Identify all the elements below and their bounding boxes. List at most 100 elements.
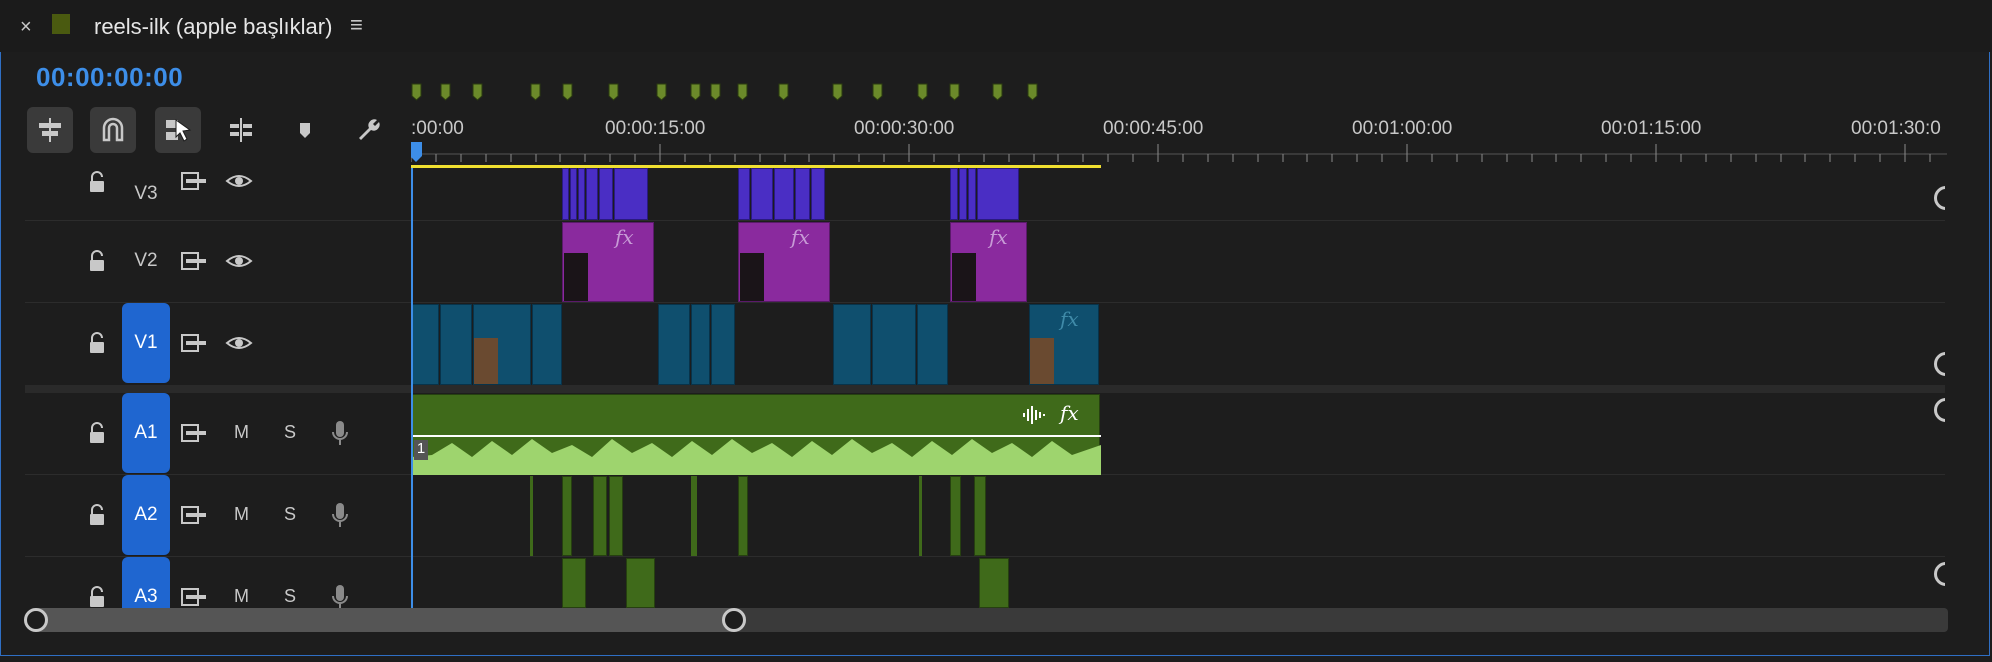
- graphic-clip[interactable]: fx: [950, 222, 1027, 302]
- audio-clip[interactable]: [562, 558, 586, 608]
- timeline-settings-button[interactable]: [346, 107, 392, 153]
- marker-row[interactable]: [411, 83, 1038, 101]
- mute-button[interactable]: M: [234, 586, 249, 607]
- sync-lock-icon[interactable]: [180, 587, 208, 607]
- sequence-tab-title[interactable]: reels-ilk (apple başlıklar): [94, 14, 332, 40]
- solo-button[interactable]: S: [284, 422, 296, 443]
- lock-icon[interactable]: [87, 585, 107, 608]
- microphone-icon[interactable]: [330, 419, 350, 447]
- title-clip[interactable]: [578, 168, 585, 220]
- title-clip[interactable]: [968, 168, 976, 220]
- title-clip[interactable]: [950, 168, 958, 220]
- time-ruler[interactable]: :00:00 00:00:15:00 00:00:30:00 00:00:45:…: [411, 68, 1951, 168]
- snap-toggle[interactable]: [90, 107, 136, 153]
- video-clip[interactable]: [473, 304, 531, 385]
- track-name-a2[interactable]: A2: [122, 475, 170, 555]
- title-clip[interactable]: [795, 168, 810, 220]
- video-clip[interactable]: [411, 304, 439, 385]
- title-clip[interactable]: [811, 168, 825, 220]
- track-row-v1[interactable]: V1: [25, 303, 1945, 386]
- horizontal-zoom-scrollbar[interactable]: [24, 608, 1948, 632]
- video-clip[interactable]: [691, 304, 710, 385]
- add-edit-icon: [230, 118, 252, 142]
- title-clip[interactable]: [977, 168, 1019, 220]
- fx-badge: fx: [1060, 401, 1079, 425]
- mute-button[interactable]: M: [234, 504, 249, 525]
- video-audio-divider[interactable]: [25, 385, 1945, 393]
- video-clip[interactable]: [872, 304, 916, 385]
- graphic-clip[interactable]: fx: [738, 222, 830, 302]
- eye-icon[interactable]: [225, 251, 253, 271]
- linked-selection-toggle[interactable]: [155, 107, 201, 153]
- audio-clip[interactable]: [974, 476, 986, 556]
- graphic-clip[interactable]: fx: [562, 222, 654, 302]
- sync-lock-icon[interactable]: [180, 333, 208, 353]
- eye-icon[interactable]: [225, 333, 253, 353]
- video-vertical-scrollbar[interactable]: [1934, 168, 1945, 386]
- title-clip[interactable]: [751, 168, 773, 220]
- audio-clip[interactable]: [530, 476, 533, 556]
- title-clip[interactable]: [599, 168, 613, 220]
- audio-clip[interactable]: [593, 476, 607, 556]
- insert-nest-toggle[interactable]: [27, 107, 73, 153]
- title-clip[interactable]: [570, 168, 577, 220]
- track-name-v2[interactable]: V2: [122, 221, 170, 301]
- sync-lock-icon[interactable]: [180, 505, 208, 525]
- zoom-handle-right[interactable]: [722, 608, 746, 632]
- solo-button[interactable]: S: [284, 504, 296, 525]
- close-tab-button[interactable]: ×: [20, 16, 32, 39]
- microphone-icon[interactable]: [330, 583, 350, 608]
- audio-clip[interactable]: [979, 558, 1009, 608]
- lock-icon[interactable]: [87, 170, 107, 194]
- audio-clip[interactable]: [919, 476, 922, 556]
- playhead-line[interactable]: [411, 168, 413, 608]
- audio-clip[interactable]: [738, 476, 748, 556]
- audio-clip[interactable]: [562, 476, 572, 556]
- sequence-marker: [690, 83, 701, 101]
- solo-button[interactable]: S: [284, 586, 296, 607]
- video-clip[interactable]: fx: [1029, 304, 1099, 385]
- video-clip[interactable]: [532, 304, 562, 385]
- clip-thumbnail: [952, 253, 976, 301]
- audio-vertical-scrollbar[interactable]: [1934, 394, 1945, 608]
- playhead-handle[interactable]: [411, 142, 422, 162]
- audio-clip[interactable]: [626, 558, 655, 608]
- title-clip[interactable]: [586, 168, 598, 220]
- lock-icon[interactable]: [87, 249, 107, 273]
- audio-clip[interactable]: [609, 476, 623, 556]
- lock-icon[interactable]: [87, 331, 107, 355]
- video-clip[interactable]: [917, 304, 948, 385]
- video-clip[interactable]: [440, 304, 472, 385]
- lock-icon[interactable]: [87, 421, 107, 445]
- linked-selection-icon: [166, 119, 192, 142]
- audio-clip[interactable]: 1 fx: [411, 394, 1101, 475]
- sync-lock-icon[interactable]: [180, 251, 208, 271]
- track-name-v1[interactable]: V1: [122, 303, 170, 383]
- title-clip[interactable]: [738, 168, 750, 220]
- playhead-timecode[interactable]: 00:00:00:00: [36, 62, 183, 93]
- eye-icon[interactable]: [225, 171, 253, 191]
- mute-button[interactable]: M: [234, 422, 249, 443]
- sync-lock-icon[interactable]: [180, 171, 208, 191]
- track-name-a3[interactable]: A3: [122, 557, 170, 608]
- sync-lock-icon[interactable]: [180, 423, 208, 443]
- lock-icon[interactable]: [87, 503, 107, 527]
- add-edit-button[interactable]: [218, 107, 264, 153]
- title-clip[interactable]: [959, 168, 967, 220]
- add-marker-button[interactable]: [282, 107, 328, 153]
- video-clip[interactable]: [658, 304, 690, 385]
- track-name-a1[interactable]: A1: [122, 393, 170, 473]
- title-clip[interactable]: [562, 168, 569, 220]
- title-clip[interactable]: [614, 168, 648, 220]
- video-clip[interactable]: [711, 304, 735, 385]
- zoom-handle-left[interactable]: [24, 608, 48, 632]
- video-clip[interactable]: [833, 304, 871, 385]
- sequence-color-swatch: [52, 14, 70, 34]
- audio-clip[interactable]: [950, 476, 961, 556]
- title-clip[interactable]: [774, 168, 794, 220]
- panel-menu-icon[interactable]: ≡: [350, 12, 363, 38]
- microphone-icon[interactable]: [330, 501, 350, 529]
- scroll-thumb[interactable]: [30, 608, 738, 632]
- sequence-marker: [411, 83, 422, 101]
- audio-clip[interactable]: [691, 476, 697, 556]
